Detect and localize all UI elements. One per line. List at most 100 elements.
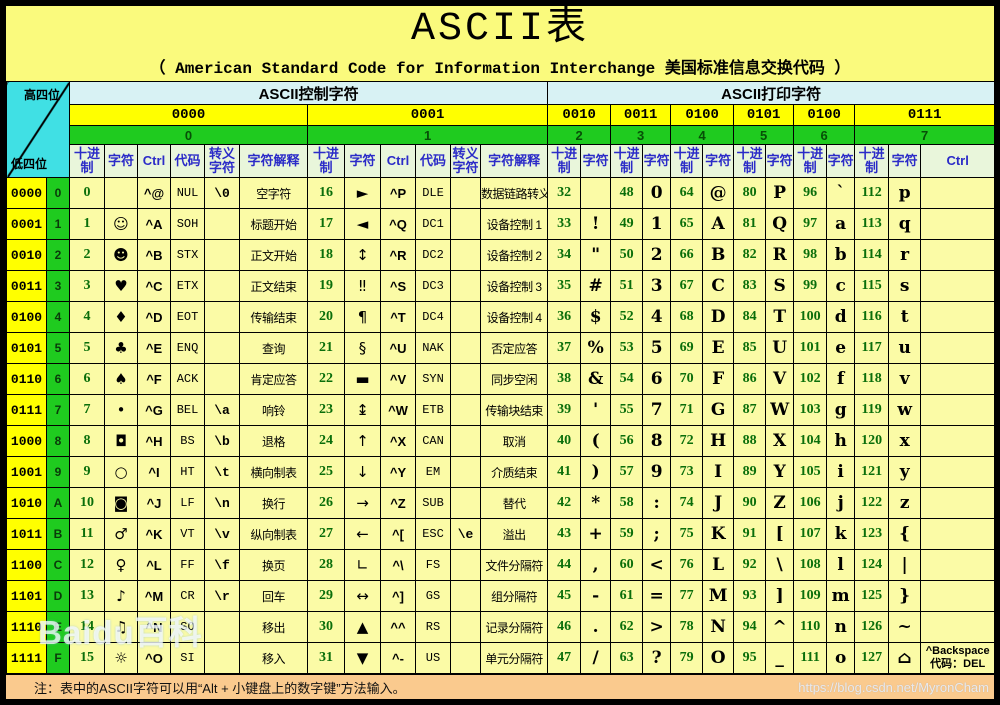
cell-char: W	[766, 395, 794, 426]
cell-escape: \0	[205, 178, 240, 209]
row-binary-label: 1011	[7, 519, 47, 550]
cell-description: 肯定应答	[240, 364, 308, 395]
cell-char: )	[581, 457, 611, 488]
cell-char: |	[889, 550, 921, 581]
col-title-char: 字符	[581, 145, 611, 178]
cell-description: 横向制表	[240, 457, 308, 488]
cell-ctrl: ^C	[138, 271, 171, 302]
row-hex-label: 9	[47, 457, 70, 488]
cell-escape: \t	[205, 457, 240, 488]
cell-ctrl	[921, 271, 995, 302]
cell-char: B	[703, 240, 734, 271]
cell-dec: 82	[734, 240, 766, 271]
cell-dec: 126	[855, 612, 889, 643]
cell-dec: 127	[855, 643, 889, 674]
cell-ctrl: ^M	[138, 581, 171, 612]
cell-code: DC3	[416, 271, 451, 302]
cell-description: 组分隔符	[481, 581, 548, 612]
table-row: 1110E14♫^NSO移出30▲^^RS记录分隔符46.62>78N94^11…	[7, 612, 995, 643]
cell-char: `	[827, 178, 855, 209]
corner-low-bits-label: 低四位	[11, 155, 47, 172]
row-hex-label: 7	[47, 395, 70, 426]
cell-ctrl	[921, 426, 995, 457]
cell-ctrl: ^G	[138, 395, 171, 426]
cell-code: SO	[171, 612, 205, 643]
cell-dec: 50	[611, 240, 643, 271]
cell-code: FF	[171, 550, 205, 581]
cell-char: m	[827, 581, 855, 612]
cell-dec: 24	[308, 426, 345, 457]
cell-char: ↑	[345, 426, 381, 457]
cell-dec: 74	[671, 488, 703, 519]
cell-ctrl: ^R	[381, 240, 416, 271]
table-row: 011066♠^FACK肯定应答22▬^VSYN同步空闲38&54670F86V…	[7, 364, 995, 395]
cell-dec: 20	[308, 302, 345, 333]
cell-ctrl	[921, 612, 995, 643]
row-hex-label: 3	[47, 271, 70, 302]
cell-char: u	[889, 333, 921, 364]
cell-dec: 52	[611, 302, 643, 333]
cell-char	[581, 178, 611, 209]
cell-description: 传输块结束	[481, 395, 548, 426]
cell-char: 1	[643, 209, 671, 240]
cell-char	[105, 178, 138, 209]
col-title-dec: 十进制	[671, 145, 703, 178]
cell-dec: 110	[794, 612, 827, 643]
cell-char: \	[766, 550, 794, 581]
cell-escape	[205, 271, 240, 302]
cell-dec: 30	[308, 612, 345, 643]
cell-char: M	[703, 581, 734, 612]
row-binary-label: 1101	[7, 581, 47, 612]
cell-description: 回车	[240, 581, 308, 612]
ascii-reference-page: ASCII表 （ American Standard Code for Info…	[6, 6, 994, 699]
cell-char: J	[703, 488, 734, 519]
cell-dec: 3	[70, 271, 105, 302]
cell-dec: 31	[308, 643, 345, 674]
cell-char: &	[581, 364, 611, 395]
cell-char: ☺	[105, 209, 138, 240]
cell-dec: 76	[671, 550, 703, 581]
cell-description: 标题开始	[240, 209, 308, 240]
cell-char: ♣	[105, 333, 138, 364]
cell-escape	[451, 240, 481, 271]
cell-char: ↔	[345, 581, 381, 612]
col-title-desc: 字符解释	[481, 145, 548, 178]
row-hex-label: A	[47, 488, 70, 519]
cell-dec: 103	[794, 395, 827, 426]
cell-char: ◘	[105, 426, 138, 457]
cell-ctrl	[921, 240, 995, 271]
cell-dec: 79	[671, 643, 703, 674]
binary-col-label: 0010	[548, 105, 611, 126]
row-hex-label: B	[47, 519, 70, 550]
cell-dec: 91	[734, 519, 766, 550]
cell-dec: 40	[548, 426, 581, 457]
cell-char: 2	[643, 240, 671, 271]
cell-char: c	[827, 271, 855, 302]
cell-char: t	[889, 302, 921, 333]
cell-char: S	[766, 271, 794, 302]
cell-dec: 46	[548, 612, 581, 643]
cell-dec: 36	[548, 302, 581, 333]
row-binary-label: 0011	[7, 271, 47, 302]
cell-char: /	[581, 643, 611, 674]
cell-description: 否定应答	[481, 333, 548, 364]
cell-dec: 99	[794, 271, 827, 302]
cell-dec: 80	[734, 178, 766, 209]
cell-dec: 73	[671, 457, 703, 488]
cell-dec: 68	[671, 302, 703, 333]
cell-char: V	[766, 364, 794, 395]
cell-char: b	[827, 240, 855, 271]
cell-char: o	[827, 643, 855, 674]
cell-description: 溢出	[481, 519, 548, 550]
cell-char: w	[889, 395, 921, 426]
cell-escape: \a	[205, 395, 240, 426]
cell-dec: 26	[308, 488, 345, 519]
cell-ctrl: ^Y	[381, 457, 416, 488]
col-title-dec: 十进制	[734, 145, 766, 178]
cell-description: 设备控制 2	[481, 240, 548, 271]
cell-code: EM	[416, 457, 451, 488]
cell-dec: 12	[70, 550, 105, 581]
cell-code: EOT	[171, 302, 205, 333]
cell-ctrl: ^Z	[381, 488, 416, 519]
cell-dec: 14	[70, 612, 105, 643]
